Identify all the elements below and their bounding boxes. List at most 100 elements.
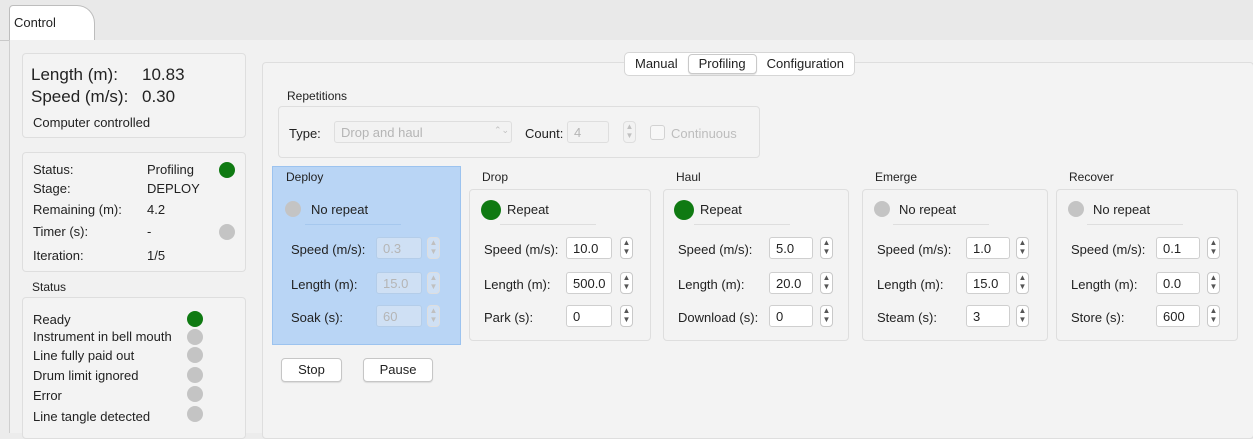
drop-separator (500, 224, 596, 225)
deploy-repeat-label: No repeat (311, 202, 369, 217)
tab-control-label: Control (14, 15, 56, 30)
drop-speed-label: Speed (m/s): (484, 242, 559, 257)
mode-tabs: Manual Profiling Configuration (624, 52, 855, 76)
stop-button[interactable]: Stop (281, 358, 342, 382)
indicator-tangle-icon (187, 406, 203, 422)
deploy-length-stepper-icon[interactable]: ▲ ▼ (427, 272, 440, 294)
drop-length-stepper-icon[interactable]: ▲ ▼ (620, 272, 633, 294)
emerge-repeat-icon (874, 201, 890, 217)
indicator-paidout-label: Line fully paid out (33, 348, 135, 363)
emerge-length-label: Length (m): (877, 277, 944, 292)
continuous-checkbox[interactable] (650, 125, 665, 140)
drop-length-label: Length (m): (484, 277, 551, 292)
deploy-length-label: Length (m): (291, 277, 358, 292)
state-panel: Status: Profiling Stage: DEPLOY Remainin… (22, 152, 246, 272)
timer-label: Timer (s): (33, 224, 89, 239)
continuous-label: Continuous (671, 126, 737, 141)
status-indicator-icon (219, 162, 235, 178)
recover-title: Recover (1069, 170, 1114, 184)
haul-separator (694, 224, 790, 225)
haul-repeat-icon (674, 200, 694, 220)
haul-speed-stepper-icon[interactable]: ▲ ▼ (820, 237, 833, 259)
tab-control[interactable]: Control (9, 5, 95, 42)
indicator-drumlimit-icon (187, 367, 203, 383)
iteration-label: Iteration: (33, 248, 84, 263)
remaining-label: Remaining (m): (33, 202, 122, 217)
control-mode: Computer controlled (33, 115, 151, 130)
count-field[interactable]: 4 (567, 121, 609, 143)
recover-speed-label: Speed (m/s): (1071, 242, 1146, 257)
stage-value: DEPLOY (147, 181, 200, 196)
deploy-separator (305, 224, 401, 225)
drop-speed-stepper-icon[interactable]: ▲ ▼ (620, 237, 633, 259)
drop-repeat-label: Repeat (507, 202, 549, 217)
indicator-bellmouth-icon (187, 329, 203, 345)
deploy-length-field[interactable]: 15.0 (376, 272, 422, 294)
haul-length-stepper-icon[interactable]: ▲ ▼ (820, 272, 833, 294)
deploy-title: Deploy (286, 170, 324, 184)
repetitions-panel: Type: Drop and haul ⌃⌄ Count: 4 ▲ ▼ Conti… (278, 106, 760, 158)
type-label: Type: (289, 126, 321, 141)
indicator-bellmouth-label: Instrument in bell mouth (33, 329, 172, 344)
deploy-soak-stepper-icon[interactable]: ▲ ▼ (427, 305, 440, 327)
haul-download-field[interactable]: 0 (769, 305, 813, 327)
recover-speed-field[interactable]: 0.1 (1156, 237, 1200, 259)
tab-profiling[interactable]: Profiling (687, 54, 757, 74)
haul-length-field[interactable]: 20.0 (769, 272, 813, 294)
timer-indicator-icon (219, 224, 235, 240)
drop-park-field[interactable]: 0 (566, 305, 612, 327)
status-indicators-panel: Ready Instrument in bell mouth Line full… (22, 297, 246, 439)
deploy-speed-label: Speed (m/s): (291, 242, 366, 257)
iteration-value: 1/5 (147, 248, 166, 263)
indicator-error-label: Error (33, 388, 62, 403)
haul-title: Haul (676, 170, 701, 184)
emerge-steam-stepper-icon[interactable]: ▲ ▼ (1016, 305, 1029, 327)
recover-store-stepper-icon[interactable]: ▲ ▼ (1207, 305, 1220, 327)
recover-repeat-icon (1068, 201, 1084, 217)
recover-store-label: Store (s): (1071, 310, 1125, 325)
deploy-soak-label: Soak (s): (291, 310, 344, 325)
indicator-drumlimit-label: Drum limit ignored (33, 368, 139, 383)
drop-length-field[interactable]: 500.0 (566, 272, 612, 294)
haul-speed-label: Speed (m/s): (678, 242, 753, 257)
drop-park-label: Park (s): (484, 310, 534, 325)
drop-repeat-icon (481, 200, 501, 220)
tab-configuration[interactable]: Configuration (757, 54, 854, 74)
emerge-length-stepper-icon[interactable]: ▲ ▼ (1016, 272, 1029, 294)
tab-manual[interactable]: Manual (625, 54, 688, 74)
emerge-length-field[interactable]: 15.0 (966, 272, 1010, 294)
recover-length-stepper-icon[interactable]: ▲ ▼ (1207, 272, 1220, 294)
drop-speed-field[interactable]: 10.0 (566, 237, 612, 259)
deploy-soak-field[interactable]: 60 (376, 305, 422, 327)
length-label: Length (m): (31, 65, 118, 84)
emerge-speed-label: Speed (m/s): (877, 242, 952, 257)
emerge-steam-field[interactable]: 3 (966, 305, 1010, 327)
drop-park-stepper-icon[interactable]: ▲ ▼ (620, 305, 633, 327)
deploy-speed-field[interactable]: 0.3 (376, 237, 422, 259)
recover-store-field[interactable]: 600 (1156, 305, 1200, 327)
haul-download-stepper-icon[interactable]: ▲ ▼ (820, 305, 833, 327)
haul-repeat-label: Repeat (700, 202, 742, 217)
indicator-tangle-label: Line tangle detected (33, 409, 151, 424)
emerge-separator (893, 224, 989, 225)
recover-repeat-label: No repeat (1093, 202, 1151, 217)
haul-speed-field[interactable]: 5.0 (769, 237, 813, 259)
status-value: Profiling (147, 162, 194, 177)
count-stepper-icon[interactable]: ▲ ▼ (623, 121, 636, 143)
deploy-speed-stepper-icon[interactable]: ▲ ▼ (427, 237, 440, 259)
haul-length-label: Length (m): (678, 277, 745, 292)
emerge-speed-stepper-icon[interactable]: ▲ ▼ (1016, 237, 1029, 259)
emerge-speed-field[interactable]: 1.0 (966, 237, 1010, 259)
recover-speed-stepper-icon[interactable]: ▲ ▼ (1207, 237, 1220, 259)
pause-button[interactable]: Pause (363, 358, 433, 382)
select-chevron-icon: ⌃⌄ (494, 125, 510, 135)
type-select[interactable]: Drop and haul (334, 121, 512, 143)
recover-length-label: Length (m): (1071, 277, 1138, 292)
tab-bar (0, 0, 1253, 41)
drop-title: Drop (482, 170, 509, 184)
indicator-ready-icon (187, 311, 203, 327)
recover-length-field[interactable]: 0.0 (1156, 272, 1200, 294)
stage-label: Stage: (33, 181, 71, 196)
recover-separator (1087, 224, 1183, 225)
timer-value: - (147, 224, 152, 239)
